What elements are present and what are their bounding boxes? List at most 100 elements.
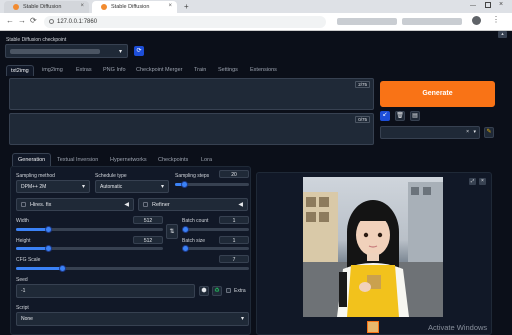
edit-styles-icon[interactable]: ✎	[484, 127, 494, 138]
image-thumbnail[interactable]	[367, 321, 379, 333]
trash-icon[interactable]: 🗑	[395, 111, 405, 121]
refiner-label: Refiner	[152, 202, 170, 208]
window-close-icon[interactable]: ×	[499, 1, 503, 8]
chevron-down-icon: ▾	[81, 184, 85, 190]
tab-settings[interactable]: Settings	[218, 67, 238, 73]
seed-input[interactable]: -1	[16, 284, 195, 298]
tab-txt2img[interactable]: txt2img	[6, 65, 34, 76]
sampling-steps-input[interactable]: 20	[219, 170, 249, 178]
slider-fill	[16, 228, 49, 231]
slider-knob[interactable]	[44, 245, 52, 252]
batch-size-slider[interactable]	[182, 245, 249, 252]
styles-select[interactable]: × ▾	[380, 126, 480, 139]
cfg-scale-slider[interactable]	[16, 265, 249, 272]
blurred-bookmarks	[337, 18, 397, 25]
negative-prompt-textarea[interactable]: 0/75	[9, 113, 374, 145]
width-label: Width	[16, 218, 29, 224]
sampling-steps-label: Sampling steps	[175, 173, 210, 179]
batch-count-slider[interactable]	[182, 226, 249, 233]
tab-checkpoints[interactable]: Checkpoints	[158, 157, 188, 163]
window-maximize-icon[interactable]	[485, 2, 491, 8]
schedule-type-select[interactable]: Automatic ▾	[95, 180, 169, 193]
browser-toolbar: ← → ⟳ 127.0.0.1:7860 ⋮	[0, 13, 512, 31]
browser-tab-1[interactable]: Stable Diffusion ×	[4, 1, 89, 13]
tab-img2img[interactable]: img2img	[42, 67, 63, 73]
seed-label: Seed	[16, 277, 28, 283]
portrait-illustration	[303, 182, 443, 317]
profile-avatar[interactable]	[472, 16, 481, 25]
sampling-method-select[interactable]: DPM++ 2M ▾	[16, 180, 90, 193]
forward-icon[interactable]: →	[18, 16, 26, 25]
batch-count-input[interactable]: 1	[219, 216, 249, 224]
collapse-icon[interactable]: ▲	[498, 31, 507, 38]
tab-checkpoint-merger[interactable]: Checkpoint Merger	[136, 67, 182, 73]
close-tab-icon[interactable]: ×	[168, 3, 172, 9]
tab-train[interactable]: Train	[194, 67, 206, 73]
paste-icon[interactable]: ↙	[380, 111, 390, 121]
slider-knob[interactable]	[181, 181, 189, 188]
extra-checkbox[interactable]	[226, 288, 231, 293]
tab-textual-inversion[interactable]: Textual Inversion	[57, 157, 98, 163]
tab-hypernetworks[interactable]: Hypernetworks	[110, 157, 147, 163]
script-select[interactable]: None ▾	[16, 312, 249, 326]
blurred-bookmarks	[402, 18, 462, 25]
slider-fill	[16, 267, 63, 270]
address-bar[interactable]: 127.0.0.1:7860	[44, 16, 326, 28]
clear-icon[interactable]: ×	[466, 129, 469, 135]
webui-app: Stable Diffusion checkpoint ▾ ⟳ ▲ txt2im…	[0, 31, 512, 335]
favicon-icon	[13, 4, 19, 10]
cfg-scale-input[interactable]: 7	[219, 255, 249, 263]
extra-label: Extra	[234, 288, 246, 294]
prompt-textarea[interactable]: 2/75	[9, 78, 374, 110]
width-slider[interactable]	[16, 226, 163, 233]
url-text: 127.0.0.1:7860	[57, 19, 98, 25]
width-input[interactable]: 512	[133, 216, 163, 224]
tab-png-info[interactable]: PNG Info	[103, 67, 126, 73]
refiner-accordion[interactable]: Refiner ◀	[138, 198, 248, 211]
sampling-method-label: Sampling method	[16, 173, 55, 179]
generated-image[interactable]	[303, 177, 443, 317]
back-icon[interactable]: ←	[6, 16, 14, 25]
windows-activation-watermark: Activate Windows	[428, 323, 488, 332]
generate-button[interactable]: Generate	[380, 81, 495, 107]
checkpoint-label: Stable Diffusion checkpoint	[6, 37, 67, 43]
batch-size-input[interactable]: 1	[219, 236, 249, 244]
script-value: None	[21, 316, 33, 322]
refresh-checkpoint-button[interactable]: ⟳	[134, 46, 144, 56]
recycle-icon[interactable]: ♻	[212, 286, 222, 296]
fullscreen-icon[interactable]: ⤢	[469, 178, 476, 185]
tab-extensions[interactable]: Extensions	[250, 67, 277, 73]
new-tab-button[interactable]: +	[184, 2, 189, 11]
slider-knob[interactable]	[182, 226, 189, 233]
slider-knob[interactable]	[182, 245, 189, 252]
script-label: Script	[16, 305, 29, 311]
tab-lora[interactable]: Lora	[201, 157, 212, 163]
hires-fix-accordion[interactable]: Hires. fix ◀	[16, 198, 134, 211]
window-minimize-icon[interactable]: —	[470, 3, 476, 9]
generation-panel: Sampling method DPM++ 2M ▾ Schedule type…	[10, 166, 251, 335]
tab-generation[interactable]: Generation	[12, 153, 52, 166]
tab-extras[interactable]: Extras	[76, 67, 92, 73]
favicon-icon	[101, 4, 107, 10]
hires-fix-checkbox[interactable]	[21, 202, 26, 207]
menu-icon[interactable]: ⋮	[492, 15, 500, 24]
clipboard-icon[interactable]: ▤	[410, 111, 420, 121]
slider-knob[interactable]	[44, 226, 52, 233]
negative-token-counter: 0/75	[355, 116, 370, 123]
slider-knob[interactable]	[59, 265, 67, 272]
refiner-checkbox[interactable]	[143, 202, 148, 207]
reload-icon[interactable]: ⟳	[30, 16, 37, 25]
swap-dimensions-button[interactable]: ⇅	[166, 224, 178, 239]
close-tab-icon[interactable]: ×	[80, 3, 84, 9]
slider-fill	[16, 247, 49, 250]
dice-icon[interactable]: ⬢	[199, 286, 209, 296]
chevron-down-icon: ▾	[473, 129, 476, 135]
close-icon[interactable]: ×	[479, 178, 486, 185]
sampling-steps-slider[interactable]	[175, 181, 249, 188]
checkpoint-select[interactable]: ▾	[5, 44, 128, 58]
height-input[interactable]: 512	[133, 236, 163, 244]
height-slider[interactable]	[16, 245, 163, 252]
site-info-icon[interactable]	[49, 19, 54, 24]
batch-size-label: Batch size	[182, 238, 206, 244]
browser-tab-2[interactable]: Stable Diffusion ×	[92, 1, 177, 13]
